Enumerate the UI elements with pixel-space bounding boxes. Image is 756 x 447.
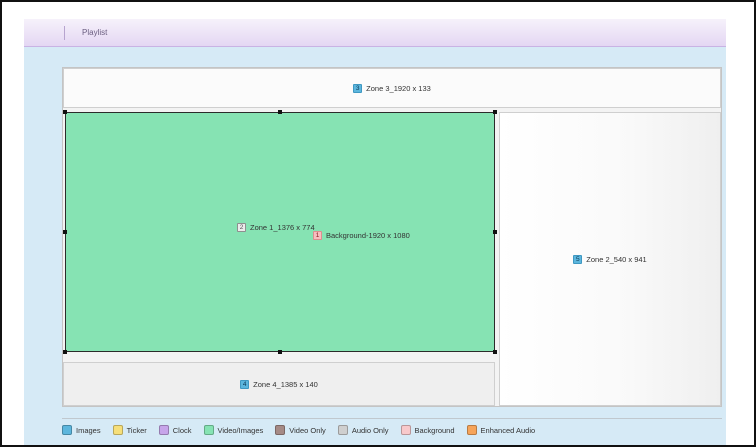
zone-4-number-badge: 4	[240, 379, 250, 389]
background-text: Background-1920 x 1080	[326, 231, 410, 240]
resize-handle-bottom-right[interactable]	[493, 350, 497, 354]
resize-handle-right[interactable]	[493, 230, 497, 234]
zone-2[interactable]: 5 Zone 2_540 x 941	[499, 112, 721, 406]
legend-item-audio-only: Audio Only	[337, 425, 389, 435]
legend-swatch-clock	[158, 425, 169, 435]
background-label: 1 Background-1920 x 1080	[313, 231, 410, 240]
zone-3-number-badge: 3	[353, 83, 363, 93]
legend-label-enhanced-audio: Enhanced Audio	[480, 425, 536, 435]
layout-canvas: 3 Zone 3_1920 x 133 2 Zone 1_1376 x 774 …	[62, 67, 722, 407]
resize-handle-left[interactable]	[63, 230, 67, 234]
zone-4-label: 4 Zone 4_1385 x 140	[240, 379, 318, 389]
resize-handle-top-right[interactable]	[493, 110, 497, 114]
zone-1[interactable]	[63, 110, 497, 354]
legend-item-enhanced-audio: Enhanced Audio	[466, 425, 536, 435]
legend-swatch-ticker	[112, 425, 123, 435]
legend-label-video-only: Video Only	[289, 425, 326, 435]
zone-2-number-badge: 5	[573, 254, 583, 264]
legend-swatch-images	[62, 425, 72, 435]
tab-bar: Playlist	[24, 19, 726, 47]
legend-item-images: Images	[62, 425, 101, 435]
legend-swatch-background	[400, 425, 411, 435]
zone-3[interactable]: 3 Zone 3_1920 x 133	[63, 68, 721, 108]
zone-3-text: Zone 3_1920 x 133	[366, 83, 431, 93]
legend-label-background: Background	[414, 425, 455, 435]
legend-item-ticker: Ticker	[112, 425, 147, 435]
legend-label-images: Images	[76, 425, 101, 435]
legend-item-video-only: Video Only	[275, 425, 326, 435]
background-number-badge: 1	[313, 231, 322, 240]
zone-1-number-badge: 2	[237, 223, 246, 232]
legend-swatch-video-only	[275, 425, 286, 435]
resize-handle-bottom-left[interactable]	[63, 350, 67, 354]
legend-item-clock: Clock	[158, 425, 192, 435]
legend-divider	[62, 418, 722, 419]
legend-item-background: Background	[400, 425, 455, 435]
zone-2-text: Zone 2_540 x 941	[586, 254, 647, 264]
zone-4-text: Zone 4_1385 x 140	[253, 379, 318, 389]
legend-swatch-video-images	[203, 425, 214, 435]
legend-label-video-images: Video/Images	[217, 425, 264, 435]
legend-item-video-images: Video/Images	[203, 425, 264, 435]
zone-3-label: 3 Zone 3_1920 x 133	[353, 83, 431, 93]
legend-label-clock: Clock	[172, 425, 192, 435]
tab-divider	[64, 26, 65, 40]
resize-handle-bottom[interactable]	[278, 350, 282, 354]
legend-swatch-enhanced-audio	[466, 425, 477, 435]
legend-swatch-audio-only	[337, 425, 348, 435]
tab-playlist[interactable]: Playlist	[82, 28, 107, 37]
zone-1-label: 2 Zone 1_1376 x 774	[237, 223, 315, 232]
legend-label-ticker: Ticker	[126, 425, 147, 435]
resize-handle-top-left[interactable]	[63, 110, 67, 114]
legend-label-audio-only: Audio Only	[351, 425, 389, 435]
content-type-legend: Images Ticker Clock Video/Images Video O…	[62, 425, 535, 435]
zone-1-text: Zone 1_1376 x 774	[250, 223, 315, 232]
resize-handle-top[interactable]	[278, 110, 282, 114]
zone-2-label: 5 Zone 2_540 x 941	[573, 254, 647, 264]
zone-4[interactable]: 4 Zone 4_1385 x 140	[63, 362, 495, 406]
